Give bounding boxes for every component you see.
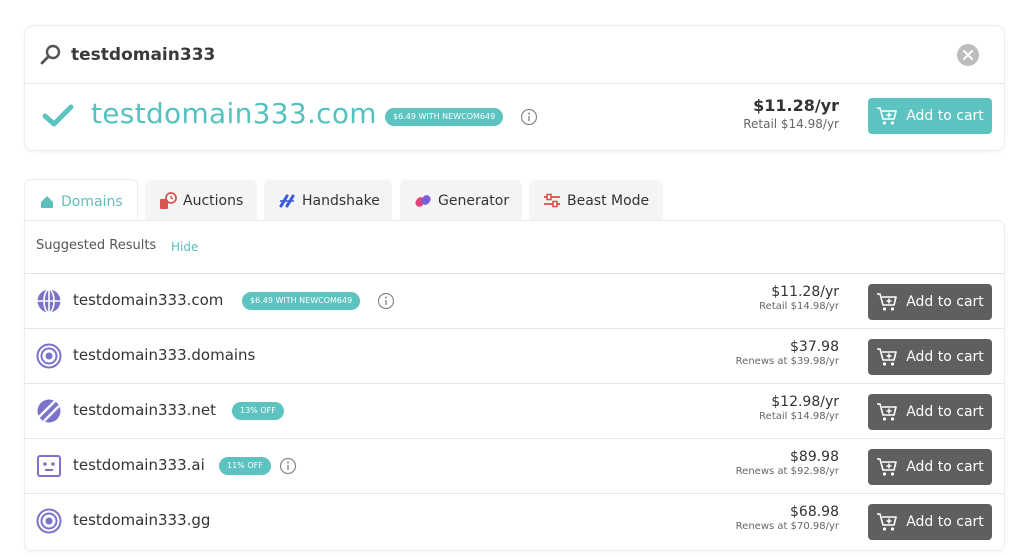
discount-badge: 13% OFF — [232, 402, 284, 420]
cart-icon — [877, 403, 898, 421]
tab-label: Generator — [438, 193, 510, 209]
renewal-price: Renews at $39.98/yr — [735, 356, 839, 367]
close-icon — [963, 50, 973, 60]
domain-name: testdomain333.domains — [73, 346, 256, 364]
add-to-cart-label: Add to cart — [906, 294, 984, 310]
renewal-price: Renews at $92.98/yr — [735, 466, 839, 477]
domain-name: testdomain333.gg — [73, 511, 211, 529]
add-to-cart-button[interactable]: Add to cart — [868, 284, 992, 320]
domain-name: testdomain333.ai — [73, 456, 205, 474]
results-panel: Suggested Results Hide testdomain333.com… — [25, 221, 1004, 550]
add-to-cart-label: Add to cart — [906, 514, 984, 530]
sliders-icon — [544, 193, 560, 208]
search-icon — [39, 43, 63, 67]
auction-icon — [160, 192, 177, 209]
add-to-cart-button[interactable]: Add to cart — [868, 98, 992, 134]
handshake-icon — [279, 194, 295, 208]
globe-icon — [36, 288, 62, 314]
renewal-price: Renews at $70.98/yr — [735, 521, 839, 532]
promo-badge: $6.49 WITH NEWCOM649 — [385, 108, 504, 126]
domain-row: testdomain333.domains $37.98 Renews at $… — [25, 329, 1004, 384]
exact-match-result: testdomain333.com $6.49 WITH NEWCOM649 $… — [25, 84, 1004, 150]
add-to-cart-label: Add to cart — [906, 349, 984, 365]
add-to-cart-label: Add to cart — [906, 404, 984, 420]
retail-price: Retail $14.98/yr — [743, 117, 839, 131]
add-to-cart-button[interactable]: Add to cart — [868, 394, 992, 430]
discount-badge: 11% OFF — [219, 457, 271, 475]
domain-price: $11.28/yr Retail $14.98/yr — [759, 284, 839, 312]
domain-price: $12.98/yr Retail $14.98/yr — [759, 394, 839, 422]
add-to-cart-label: Add to cart — [906, 108, 984, 124]
tab-label: Beast Mode — [567, 193, 650, 209]
tab-label: Domains — [61, 193, 123, 210]
robot-icon — [36, 453, 62, 479]
domain-row: testdomain333.gg $68.98 Renews at $70.98… — [25, 494, 1004, 549]
retail-price: Retail $14.98/yr — [759, 411, 839, 422]
target-icon — [36, 343, 62, 369]
price: $11.28/yr — [753, 96, 839, 115]
exact-match-price: $11.28/yr Retail $14.98/yr — [743, 96, 839, 131]
cart-icon — [877, 107, 898, 125]
net-icon — [36, 398, 62, 424]
add-to-cart-button[interactable]: Add to cart — [868, 339, 992, 375]
cart-icon — [877, 458, 898, 476]
price: $89.98 — [790, 449, 839, 465]
price: $12.98/yr — [771, 394, 839, 410]
price: $68.98 — [790, 504, 839, 520]
generator-icon — [415, 195, 431, 207]
domain-name: testdomain333.net — [73, 401, 216, 419]
add-to-cart-button[interactable]: Add to cart — [868, 449, 992, 485]
tab-handshake[interactable]: Handshake — [264, 180, 392, 222]
tab-auctions[interactable]: Auctions — [145, 180, 257, 222]
retail-price: Retail $14.98/yr — [759, 301, 839, 312]
home-icon — [41, 195, 53, 208]
search-row — [25, 26, 1004, 84]
tab-label: Auctions — [183, 193, 244, 209]
domain-row: testdomain333.net 13% OFF $12.98/yr Reta… — [25, 384, 1004, 439]
domain-name: testdomain333.com — [73, 291, 224, 309]
domain-price: $89.98 Renews at $92.98/yr — [736, 449, 839, 477]
price: $11.28/yr — [771, 284, 839, 300]
target-icon — [36, 508, 62, 534]
search-card: testdomain333.com $6.49 WITH NEWCOM649 $… — [25, 26, 1004, 150]
domain-row: testdomain333.com $6.49 WITH NEWCOM649 $… — [25, 274, 1004, 329]
price: $37.98 — [790, 339, 839, 355]
info-icon[interactable] — [279, 457, 297, 475]
domain-price: $68.98 Renews at $70.98/yr — [736, 504, 839, 532]
exact-match-domain: testdomain333.com — [91, 97, 377, 130]
add-to-cart-label: Add to cart — [906, 459, 984, 475]
promo-badge: $6.49 WITH NEWCOM649 — [242, 292, 361, 310]
domain-row: testdomain333.ai 11% OFF $89.98 Renews a… — [25, 439, 1004, 494]
tab-beast-mode[interactable]: Beast Mode — [529, 180, 663, 222]
suggested-header: Suggested Results Hide — [25, 221, 1004, 274]
tab-generator[interactable]: Generator — [400, 180, 522, 222]
check-icon — [42, 103, 74, 133]
clear-search-button[interactable] — [957, 44, 979, 66]
info-icon[interactable] — [377, 292, 395, 310]
info-icon[interactable] — [520, 108, 538, 126]
cart-icon — [877, 348, 898, 366]
search-input[interactable] — [71, 40, 931, 70]
cart-icon — [877, 513, 898, 531]
cart-icon — [877, 293, 898, 311]
hide-link[interactable]: Hide — [171, 240, 198, 254]
tab-domains[interactable]: Domains — [25, 180, 137, 223]
domain-price: $37.98 Renews at $39.98/yr — [736, 339, 839, 367]
suggested-results-label: Suggested Results — [36, 238, 157, 253]
add-to-cart-button[interactable]: Add to cart — [868, 504, 992, 540]
tab-label: Handshake — [302, 193, 380, 209]
